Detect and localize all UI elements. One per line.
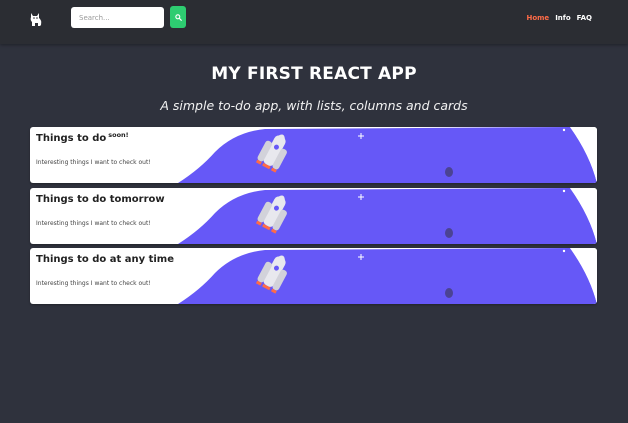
nav-link-info[interactable]: Info <box>555 14 570 22</box>
page-title: MY FIRST REACT APP <box>211 64 417 84</box>
list-card[interactable]: Things to do soon! Interesting things I w… <box>30 127 597 183</box>
search-input[interactable] <box>71 7 164 28</box>
nav-link-home[interactable]: Home <box>526 14 549 22</box>
search-button[interactable] <box>170 6 186 28</box>
cat-icon[interactable] <box>29 11 43 27</box>
search-icon <box>174 13 182 21</box>
list-title: Things to do soon! <box>36 131 129 144</box>
nav-links: Home Info FAQ <box>526 14 592 22</box>
list-description: Interesting things I want to check out! <box>36 280 151 287</box>
list-title: Things to do tomorrow <box>36 194 165 205</box>
nav-link-faq[interactable]: FAQ <box>577 14 592 22</box>
list-description: Interesting things I want to check out! <box>36 159 151 166</box>
list-badge: soon! <box>108 131 129 139</box>
navbar: Home Info FAQ <box>0 0 628 44</box>
list-description: Interesting things I want to check out! <box>36 220 151 227</box>
list-card[interactable]: Things to do tomorrow Interesting things… <box>30 188 597 244</box>
list-title: Things to do at any time <box>36 254 175 265</box>
page-subtitle: A simple to-do app, with lists, columns … <box>160 98 468 113</box>
list-card[interactable]: Things to do at any time Interesting thi… <box>30 248 597 304</box>
